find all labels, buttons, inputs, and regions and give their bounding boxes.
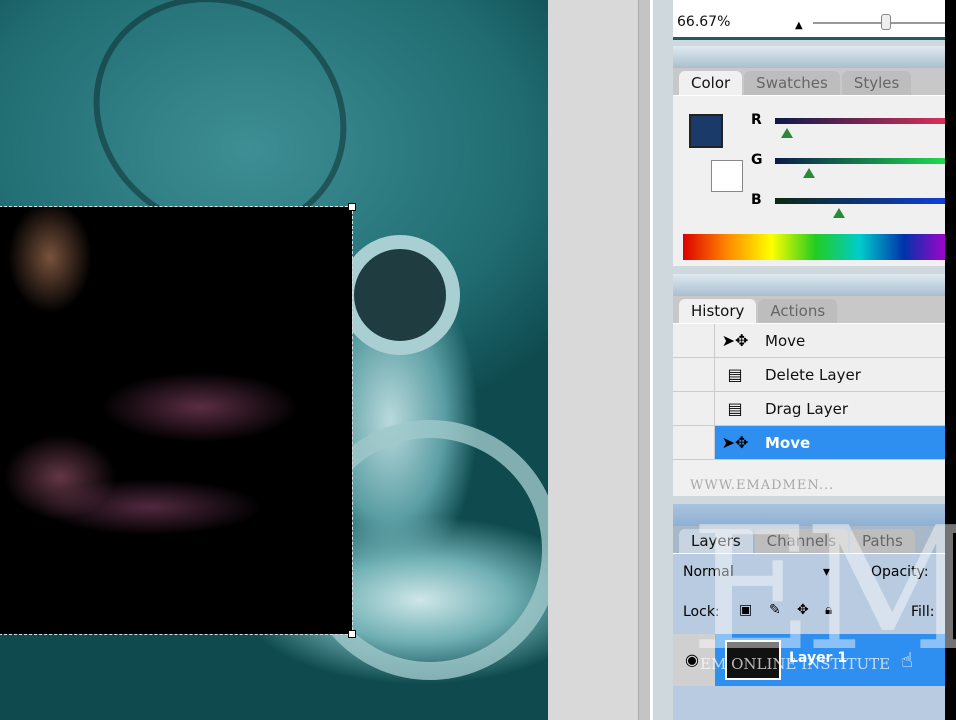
workspace-gap (548, 0, 650, 720)
tab-color[interactable]: Color (679, 71, 743, 95)
tab-swatches[interactable]: Swatches (744, 71, 840, 95)
history-item-selected[interactable]: ➤✥ Move (673, 425, 948, 460)
tab-actions[interactable]: Actions (758, 299, 838, 323)
layer-icon: ▤ (727, 399, 743, 418)
document-canvas[interactable] (0, 0, 548, 720)
channel-g-label: G (751, 152, 763, 168)
tab-history[interactable]: History (679, 299, 757, 323)
history-item[interactable]: ▤ Drag Layer (673, 391, 948, 426)
layer-icon: ▤ (727, 365, 743, 384)
history-item[interactable]: ➤✥ Move (673, 323, 948, 358)
channel-b-label: B (751, 192, 762, 208)
history-panel: History Actions ➤✥ Move ▤ Delete Layer ▤ Dr… (673, 274, 948, 496)
transform-handle[interactable] (348, 630, 356, 638)
cup-image (340, 235, 460, 355)
watermark-subtitle: EM ONLINE INSTITUTE (700, 655, 891, 673)
transform-handle[interactable] (348, 203, 356, 211)
history-item[interactable]: ▤ Delete Layer (673, 357, 948, 392)
blue-slider[interactable] (775, 198, 950, 204)
smoke-layer-selection[interactable] (0, 203, 356, 638)
color-spectrum[interactable] (683, 234, 948, 260)
background-color-swatch[interactable] (711, 160, 743, 192)
move-icon: ➤✥ (721, 433, 749, 452)
move-icon: ➤✥ (721, 331, 749, 350)
green-slider-thumb[interactable] (803, 168, 815, 178)
channel-r-label: R (751, 112, 762, 128)
navigator-panel: 66.67% ▲ (673, 0, 948, 40)
green-slider[interactable] (775, 158, 950, 164)
red-slider-thumb[interactable] (781, 128, 793, 138)
blue-slider-thumb[interactable] (833, 208, 845, 218)
foreground-color-swatch[interactable] (689, 114, 723, 148)
zoom-out-icon[interactable]: ▲ (795, 20, 803, 31)
zoom-slider[interactable] (813, 14, 948, 30)
watermark-logo: EM (690, 491, 956, 689)
color-panel: Color Swatches Styles R G B (673, 46, 950, 266)
zoom-value[interactable]: 66.67% (677, 14, 730, 30)
zoom-slider-thumb[interactable] (881, 14, 891, 30)
red-slider[interactable] (775, 118, 950, 124)
tab-styles[interactable]: Styles (841, 71, 912, 95)
scrollbar[interactable] (638, 0, 650, 720)
